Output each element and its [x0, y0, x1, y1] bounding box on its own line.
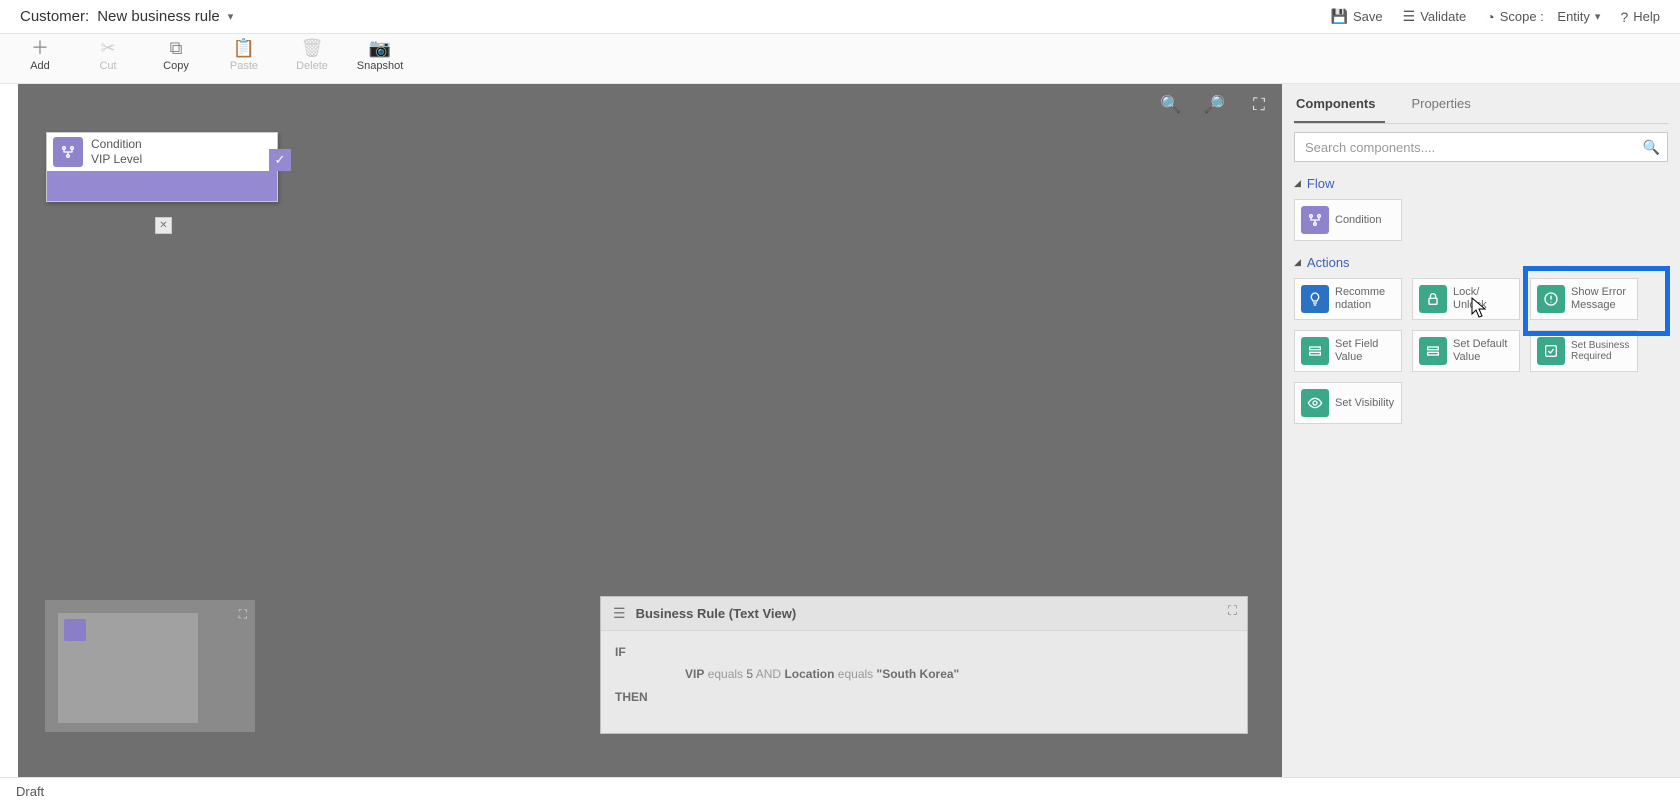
- default-icon: [1419, 337, 1447, 365]
- component-condition[interactable]: Condition: [1294, 199, 1402, 241]
- zoom-in-button[interactable]: 🔍: [1160, 94, 1182, 116]
- scope-value: Entity: [1557, 9, 1590, 24]
- chevron-down-icon: ▾: [228, 10, 234, 23]
- delete-button[interactable]: 🗑Delete: [292, 38, 332, 72]
- cut-button[interactable]: ✂Cut: [88, 38, 128, 72]
- validate-button[interactable]: ☰ Validate: [1403, 8, 1467, 25]
- component-lock-unlock[interactable]: Lock/ Unlock: [1412, 278, 1520, 320]
- lightbulb-icon: [1301, 285, 1329, 313]
- component-set-visibility[interactable]: Set Visibility: [1294, 382, 1402, 424]
- group-actions[interactable]: ◢Actions: [1294, 255, 1668, 270]
- entity-label: Customer:: [20, 8, 89, 25]
- rule-name: New business rule: [97, 8, 220, 25]
- node-type: Condition: [91, 137, 142, 152]
- paste-icon: 📋: [233, 38, 255, 58]
- save-button[interactable]: 💾 Save: [1331, 8, 1383, 25]
- eye-icon: [1301, 389, 1329, 417]
- components-panel: Components Properties 🔍 ◢Flow Condition …: [1282, 84, 1680, 777]
- paste-button[interactable]: 📋Paste: [224, 38, 264, 72]
- component-set-field-value[interactable]: Set Field Value: [1294, 330, 1402, 372]
- search-components-input[interactable]: [1294, 132, 1668, 162]
- textview-title: Business Rule (Text View): [636, 606, 797, 621]
- scope-selector[interactable]: ◔ Scope : Entity ▾: [1486, 9, 1600, 25]
- zoom-out-button[interactable]: 🔎: [1204, 94, 1226, 116]
- collapse-icon: ◢: [1294, 178, 1301, 189]
- search-icon: 🔍: [1643, 139, 1660, 156]
- component-show-error[interactable]: Show Error Message: [1530, 278, 1638, 320]
- copy-button[interactable]: ⧉Copy: [156, 38, 196, 72]
- node-false-branch[interactable]: ✕: [155, 217, 172, 234]
- error-icon: [1537, 285, 1565, 313]
- required-icon: [1537, 337, 1565, 365]
- validate-label: Validate: [1420, 9, 1466, 24]
- minimap-expand-icon[interactable]: ⛶: [239, 607, 247, 622]
- design-canvas[interactable]: 🔍 🔎 ⛶ Condition VIP Level ✓ ✕ ⛶: [18, 84, 1282, 777]
- camera-icon: 📷: [369, 38, 391, 58]
- text-view-panel: ☰ Business Rule (Text View) ⛶ IF VIP equ…: [600, 596, 1248, 734]
- help-icon: ?: [1620, 9, 1628, 25]
- component-set-business-required[interactable]: Set Business Required: [1530, 330, 1638, 372]
- textview-expand-icon[interactable]: ⛶: [1228, 603, 1237, 619]
- scope-icon: ◔: [1486, 9, 1494, 25]
- save-label: Save: [1353, 9, 1383, 24]
- condition-text: VIP equals 5 AND Location equals "South …: [685, 663, 1233, 686]
- status-text: Draft: [16, 784, 44, 799]
- textview-icon: ☰: [613, 605, 626, 622]
- add-button[interactable]: ＋Add: [20, 38, 60, 72]
- status-bar: Draft: [0, 777, 1680, 805]
- tab-components[interactable]: Components: [1294, 90, 1385, 123]
- group-flow[interactable]: ◢Flow: [1294, 176, 1668, 191]
- help-label: Help: [1633, 9, 1660, 24]
- minimap[interactable]: ⛶: [45, 600, 255, 732]
- node-name: VIP Level: [91, 152, 142, 167]
- validate-icon: ☰: [1403, 8, 1416, 25]
- delete-icon: 🗑: [301, 38, 324, 58]
- scope-label: Scope :: [1500, 9, 1544, 24]
- tab-properties[interactable]: Properties: [1409, 90, 1480, 123]
- page-title[interactable]: Customer: New business rule ▾: [20, 8, 233, 25]
- condition-icon: [1301, 206, 1329, 234]
- condition-icon: [53, 137, 83, 167]
- component-recommendation[interactable]: Recomme ndation: [1294, 278, 1402, 320]
- save-icon: 💾: [1331, 8, 1348, 25]
- cut-icon: ✂: [100, 38, 115, 58]
- collapse-icon: ◢: [1294, 257, 1301, 268]
- toolbar: ＋Add ✂Cut ⧉Copy 📋Paste 🗑Delete 📷Snapshot: [0, 34, 1680, 84]
- chevron-down-icon: ▾: [1595, 10, 1601, 23]
- fit-button[interactable]: ⛶: [1248, 94, 1270, 116]
- node-valid-badge: ✓: [269, 149, 291, 171]
- help-button[interactable]: ? Help: [1620, 9, 1660, 25]
- then-keyword: THEN: [615, 690, 648, 704]
- component-set-default-value[interactable]: Set Default Value: [1412, 330, 1520, 372]
- copy-icon: ⧉: [170, 38, 183, 58]
- snapshot-button[interactable]: 📷Snapshot: [360, 38, 400, 72]
- lock-icon: [1419, 285, 1447, 313]
- if-keyword: IF: [615, 645, 626, 659]
- condition-node[interactable]: Condition VIP Level ✓ ✕: [46, 132, 278, 202]
- field-icon: [1301, 337, 1329, 365]
- plus-icon: ＋: [31, 38, 49, 58]
